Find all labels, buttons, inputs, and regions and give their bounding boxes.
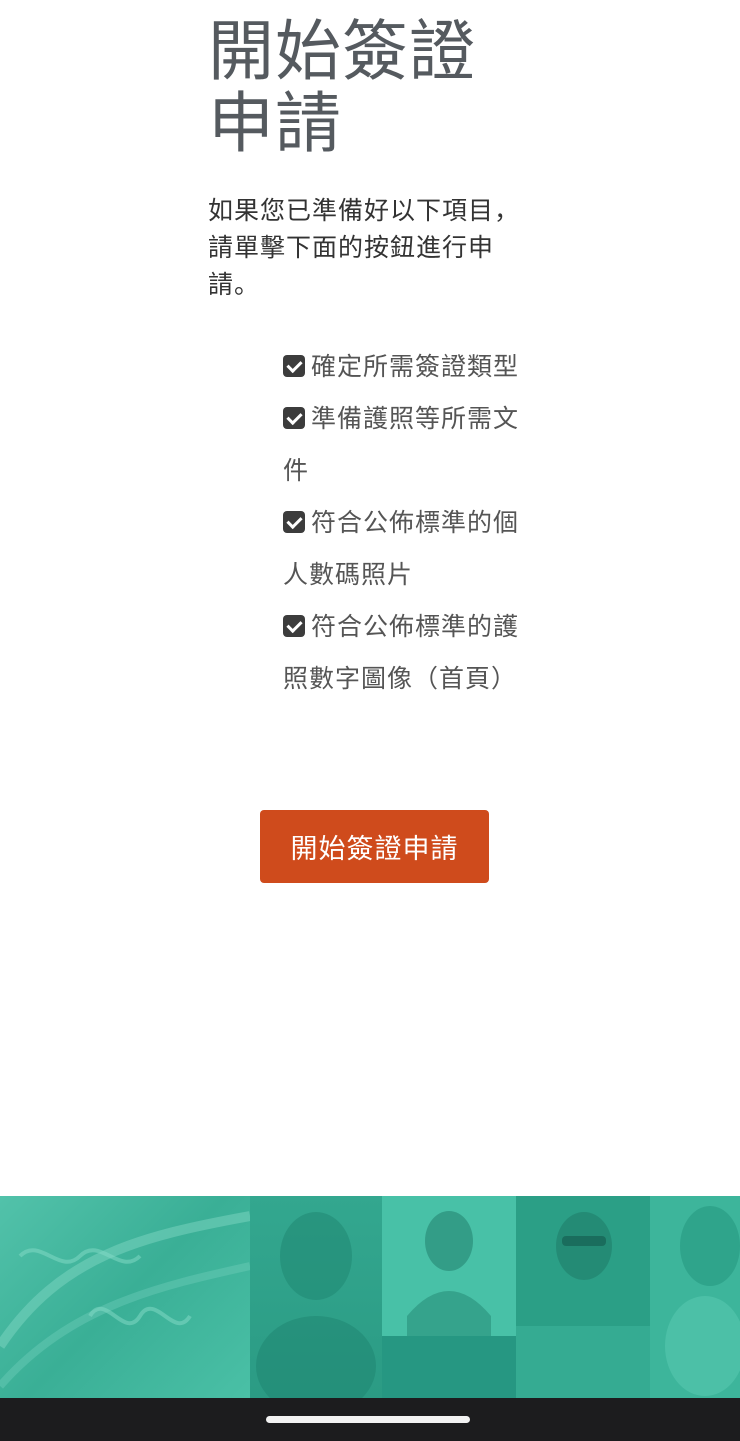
home-indicator[interactable] — [266, 1416, 470, 1423]
checklist-item-label: 確定所需簽證類型 — [311, 352, 520, 381]
checklist-item: 確定所需簽證類型 — [283, 341, 528, 393]
ornament-image — [0, 1211, 250, 1389]
checklist-item-label: 符合公佈標準的個人數碼照片 — [283, 508, 520, 589]
footer-photo-banner — [0, 1196, 740, 1398]
check-square-icon — [283, 511, 305, 533]
banner-panel-photo — [382, 1336, 516, 1398]
banner-panel-portrait — [250, 1196, 382, 1398]
banner-panel-photo — [516, 1326, 650, 1398]
start-visa-application-button[interactable]: 開始簽證申請 — [260, 810, 489, 883]
checklist-item-label: 符合公佈標準的護照數字圖像（首頁） — [283, 612, 520, 693]
check-square-icon — [283, 407, 305, 429]
main-content: 開始簽證申請 如果您已準備好以下項目，請單擊下面的按鈕進行申請。 確定所需簽證類… — [208, 0, 528, 705]
checklist-item: 準備護照等所需文件 — [283, 393, 528, 497]
check-square-icon — [283, 615, 305, 637]
checklist-item: 符合公佈標準的護照數字圖像（首頁） — [283, 601, 528, 705]
checklist-item: 符合公佈標準的個人數碼照片 — [283, 497, 528, 601]
requirements-checklist: 確定所需簽證類型 準備護照等所需文件 符合公佈標準的個人數碼照片 符合公佈標準的… — [283, 341, 528, 705]
page-title: 開始簽證申請 — [208, 13, 476, 162]
person-image — [256, 1212, 376, 1398]
banner-panel-portrait — [650, 1196, 740, 1398]
person-image — [665, 1206, 740, 1396]
banner-panel-pattern — [0, 1196, 250, 1398]
visa-application-page: 開始簽證申請 如果您已準備好以下項目，請單擊下面的按鈕進行申請。 確定所需簽證類… — [0, 0, 740, 1441]
intro-text: 如果您已準備好以下項目，請單擊下面的按鈕進行申請。 — [208, 196, 521, 299]
checklist-item-label: 準備護照等所需文件 — [283, 404, 520, 485]
check-square-icon — [283, 355, 305, 377]
system-navigation-bar — [0, 1398, 740, 1441]
